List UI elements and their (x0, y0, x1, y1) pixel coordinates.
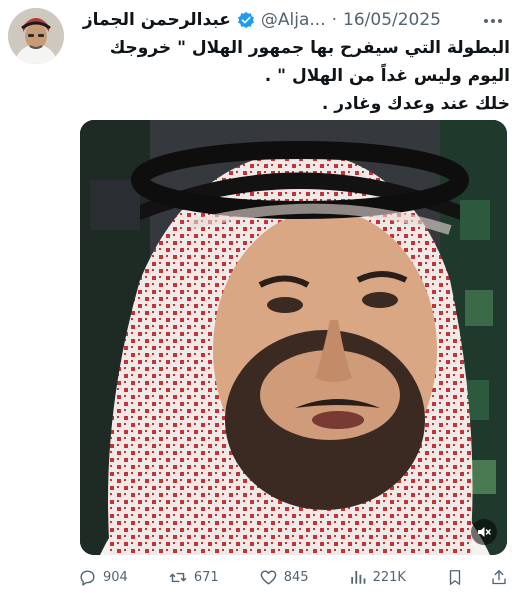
tweet-card[interactable]: عبدالرحمن الجماز @Alja... · 16/05/2025 ا… (0, 0, 518, 599)
tweet-date[interactable]: 16/05/2025 (343, 10, 441, 30)
more-options-icon[interactable] (478, 14, 508, 28)
share-icon (492, 569, 506, 584)
tweet-header: عبدالرحمن الجماز @Alja... · 16/05/2025 (83, 8, 441, 32)
share-button[interactable] (490, 568, 508, 587)
repost-count: 671 (193, 569, 219, 585)
heart-icon (260, 569, 277, 585)
tweet-actions-bar: 904 671 845 221K (78, 565, 508, 589)
header-separator: · (331, 10, 338, 30)
video-frame (80, 120, 507, 555)
views-button[interactable]: 221K (349, 568, 406, 586)
repost-icon (169, 572, 187, 582)
tweet-text-line: البطولة التي سيفرح بها جمهور الهلال " خر… (109, 38, 510, 58)
secondary-actions (446, 568, 508, 587)
views-chart-icon (350, 571, 366, 584)
like-count: 845 (283, 569, 309, 585)
reply-count: 904 (103, 569, 128, 585)
bookmark-icon (449, 569, 461, 585)
tweet-video[interactable] (80, 120, 507, 555)
bookmark-button[interactable] (446, 568, 464, 587)
like-button[interactable]: 845 (259, 568, 309, 587)
mute-button[interactable] (471, 519, 497, 545)
author-handle[interactable]: @Alja... (261, 10, 326, 30)
avatar-image (8, 8, 64, 64)
speaker-muted-icon (478, 527, 491, 537)
repost-button[interactable]: 671 (168, 568, 219, 587)
reply-button[interactable]: 904 (78, 568, 128, 587)
tweet-text-line: خلك عند وعدك وغادر . (321, 94, 510, 114)
author-avatar[interactable] (8, 8, 64, 64)
verified-badge-icon (237, 11, 254, 29)
views-count: 221K (372, 569, 406, 585)
author-name[interactable]: عبدالرحمن الجماز (83, 10, 231, 30)
reply-icon (80, 569, 95, 586)
tweet-text-line: اليوم وليس غداً من الهلال " . (264, 66, 510, 86)
tweet-text: البطولة التي سيفرح بها جمهور الهلال " خر… (100, 34, 510, 118)
